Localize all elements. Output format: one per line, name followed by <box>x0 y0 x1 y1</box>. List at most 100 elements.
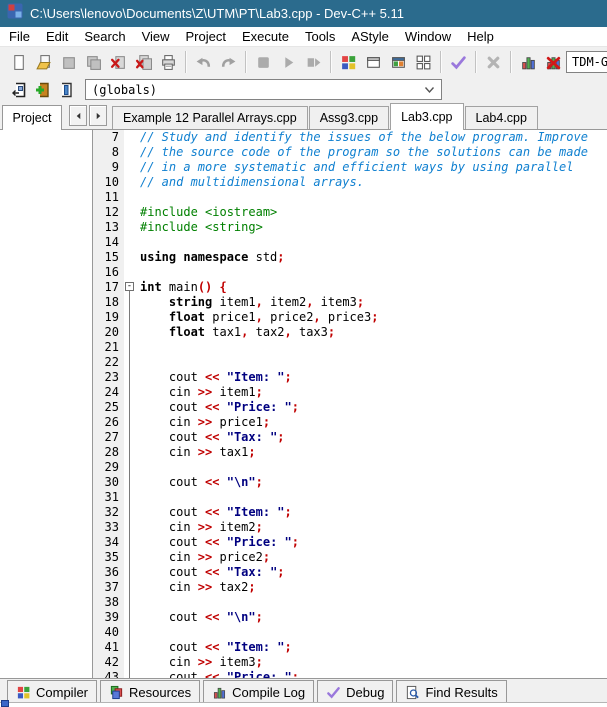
menu-astyle[interactable]: AStyle <box>343 27 397 46</box>
code-text: cin >> price2; <box>137 550 270 565</box>
bottom-tab-compile-log[interactable]: Compile Log <box>203 680 314 704</box>
fold-marker-icon[interactable]: - <box>125 282 134 291</box>
profile-button[interactable] <box>516 50 541 74</box>
line-number: 40 <box>93 625 124 640</box>
menu-window[interactable]: Window <box>397 27 459 46</box>
toolbar-separator <box>330 51 332 73</box>
code-line-34: 34 cout << "Price: "; <box>93 535 607 550</box>
line-number: 20 <box>93 325 124 340</box>
project-remove-icon <box>58 82 74 98</box>
toolbar-separator <box>245 51 247 73</box>
compiler-select[interactable]: TDM-G <box>566 51 607 73</box>
code-text: #include <string> <box>137 220 263 235</box>
project-add-button[interactable] <box>30 79 54 100</box>
code-line-11: 11 <box>93 190 607 205</box>
menu-execute[interactable]: Execute <box>234 27 297 46</box>
line-number: 24 <box>93 385 124 400</box>
line-number: 32 <box>93 505 124 520</box>
menu-tools[interactable]: Tools <box>297 27 343 46</box>
close-all-button[interactable] <box>131 50 156 74</box>
syntax-check-button[interactable] <box>446 50 471 74</box>
compile-log-icon <box>212 685 227 700</box>
bottom-tab-debug[interactable]: Debug <box>317 680 393 704</box>
fold-margin <box>124 295 137 310</box>
code-line-22: 22 <box>93 355 607 370</box>
code-text <box>137 460 140 475</box>
project-open-button[interactable] <box>6 79 30 100</box>
project-add-icon <box>34 82 50 98</box>
code-line-13: 13#include <string> <box>93 220 607 235</box>
code-text: // Study and identify the issues of the … <box>137 130 588 145</box>
fold-margin <box>124 490 137 505</box>
syntax-check-icon <box>450 54 467 71</box>
all-windows-button[interactable] <box>411 50 436 74</box>
tab-scroll-right-button[interactable] <box>89 105 107 126</box>
code-text: cin >> item2; <box>137 520 263 535</box>
resources-icon <box>109 685 124 700</box>
bottom-tab-label: Find Results <box>425 685 497 700</box>
code-line-12: 12#include <iostream> <box>93 205 607 220</box>
fold-margin <box>124 400 137 415</box>
fold-margin <box>124 580 137 595</box>
new-file-button[interactable] <box>6 50 31 74</box>
code-line-36: 36 cout << "Tax: "; <box>93 565 607 580</box>
menu-file[interactable]: File <box>0 27 38 46</box>
abort-button <box>481 50 506 74</box>
close-file-button[interactable] <box>106 50 131 74</box>
code-line-40: 40 <box>93 625 607 640</box>
toolbar-separator <box>440 51 442 73</box>
code-editor[interactable]: 7// Study and identify the issues of the… <box>93 130 607 678</box>
open-file-button[interactable] <box>31 50 56 74</box>
editor-tab-assg3-cpp[interactable]: Assg3.cpp <box>309 106 389 129</box>
print-button[interactable] <box>156 50 181 74</box>
window-button[interactable] <box>361 50 386 74</box>
tab-scroll-left-button[interactable] <box>69 105 87 126</box>
editor-tab-lab4-cpp[interactable]: Lab4.cpp <box>465 106 538 129</box>
project-panel-tab[interactable]: Project <box>2 105 62 130</box>
fold-margin <box>124 235 137 250</box>
line-number: 38 <box>93 595 124 610</box>
project-panel[interactable] <box>0 130 93 678</box>
toolbar-separator <box>185 51 187 73</box>
editor-tab-lab3-cpp[interactable]: Lab3.cpp <box>390 103 463 130</box>
code-text: string item1, item2, item3; <box>137 295 364 310</box>
menu-help[interactable]: Help <box>459 27 502 46</box>
code-text <box>137 355 140 370</box>
fold-margin <box>124 475 137 490</box>
line-number: 42 <box>93 655 124 670</box>
line-number: 30 <box>93 475 124 490</box>
code-line-41: 41 cout << "Item: "; <box>93 640 607 655</box>
panel-fragment <box>1 700 9 707</box>
menu-bar: FileEditSearchViewProjectExecuteToolsASt… <box>0 27 607 46</box>
code-line-24: 24 cin >> item1; <box>93 385 607 400</box>
line-number: 31 <box>93 490 124 505</box>
fold-margin <box>124 340 137 355</box>
fold-margin <box>124 370 137 385</box>
code-line-19: 19 float price1, price2, price3; <box>93 310 607 325</box>
profile-delete-button[interactable] <box>541 50 566 74</box>
code-line-29: 29 <box>93 460 607 475</box>
project-remove-button[interactable] <box>54 79 78 100</box>
bottom-tab-resources[interactable]: Resources <box>100 680 200 704</box>
code-text: cout << "Tax: "; <box>137 430 285 445</box>
code-text <box>137 340 140 355</box>
code-text: cout << "Price: "; <box>137 670 299 678</box>
line-number: 11 <box>93 190 124 205</box>
menu-edit[interactable]: Edit <box>38 27 76 46</box>
window-colored-button[interactable] <box>386 50 411 74</box>
bottom-tab-find-results[interactable]: Find Results <box>396 680 506 704</box>
menu-search[interactable]: Search <box>76 27 133 46</box>
globals-select-value: (globals) <box>92 83 157 97</box>
line-number: 34 <box>93 535 124 550</box>
menu-project[interactable]: Project <box>178 27 234 46</box>
fold-margin <box>124 445 137 460</box>
tab-row: Project Example 12 Parallel Arrays.cppAs… <box>0 102 607 130</box>
line-number: 26 <box>93 415 124 430</box>
menu-view[interactable]: View <box>134 27 178 46</box>
editor-tab-example-12-parallel-arrays-cpp[interactable]: Example 12 Parallel Arrays.cpp <box>112 106 308 129</box>
fold-margin <box>124 265 137 280</box>
code-line-9: 9// in a more systematic and efficient w… <box>93 160 607 175</box>
project-options-button[interactable] <box>336 50 361 74</box>
bottom-tab-compiler[interactable]: Compiler <box>7 680 97 704</box>
globals-select[interactable]: (globals) <box>85 79 442 100</box>
